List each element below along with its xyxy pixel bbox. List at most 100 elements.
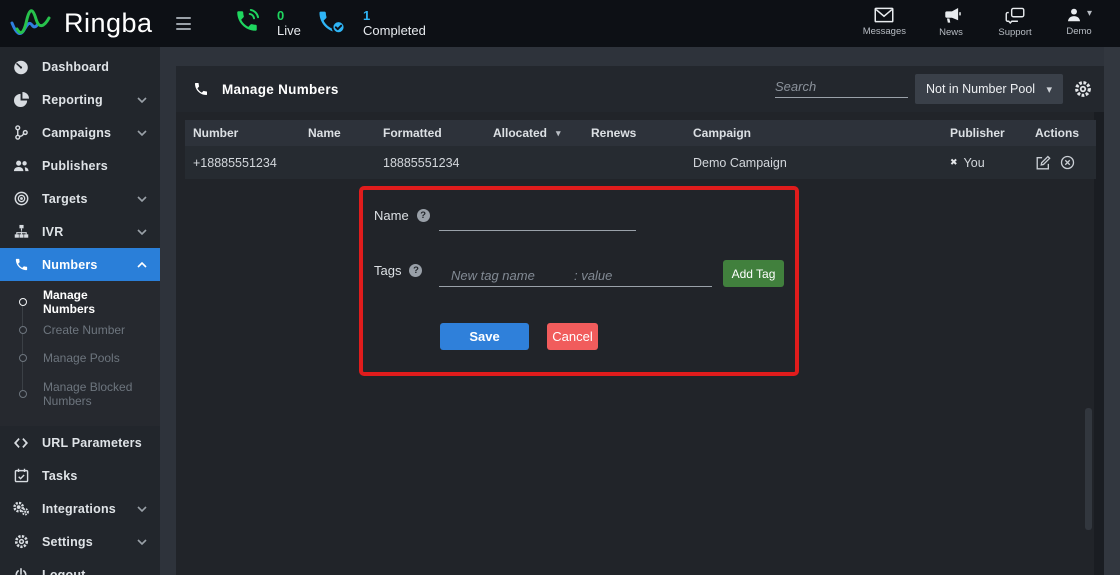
envelope-icon [874,7,894,23]
sort-caret-icon[interactable]: ▾ [556,128,561,139]
brand[interactable]: Ringba [8,3,153,43]
nav-messages[interactable]: Messages [863,7,906,38]
content-scrollbar-thumb[interactable] [1085,408,1092,530]
brand-name: Ringba [64,7,153,38]
table-settings-gear-icon[interactable] [1074,80,1092,98]
sidebar-item-campaigns[interactable]: Campaigns [0,116,160,149]
sidebar-subitem-manage-blocked-numbers[interactable]: Manage Blocked Numbers [0,372,160,416]
edit-icon[interactable] [1035,155,1051,171]
panel-header: Manage Numbers Not in Number Pool ▾ [176,66,1105,112]
sidebar-item-tasks[interactable]: Tasks [0,459,160,492]
col-header-campaign[interactable]: Campaign [685,126,940,140]
chat-bubbles-icon [1005,7,1025,24]
bullet-icon [19,326,27,334]
col-header-number[interactable]: Number [185,126,300,140]
question-circle-icon[interactable]: ? [416,209,430,222]
col-header-actions: Actions [1035,126,1080,140]
calendar-check-icon [13,468,29,483]
chevron-down-icon [137,538,147,545]
power-icon [13,567,29,575]
user-icon [1066,7,1082,23]
cell-publisher: ✖ You [950,155,985,170]
col-header-publisher[interactable]: Publisher [940,126,1025,140]
sidebar-subitem-manage-numbers[interactable]: Manage Numbers [0,288,160,316]
cell-campaign: Demo Campaign [693,155,787,170]
question-circle-icon[interactable]: ? [409,264,423,277]
bullet-icon [19,354,27,362]
sidebar: Dashboard Reporting Campaigns Publishers [0,47,160,575]
caret-down-icon: ▾ [1086,8,1093,19]
live-count: 0 [277,8,285,23]
phone-icon [13,257,29,272]
panel-body: Number Name Formatted Allocated ▾ Renews … [176,112,1105,575]
cell-number: +18885551234 [193,155,277,170]
search-input[interactable] [775,75,908,98]
megaphone-icon [942,7,961,24]
col-header-allocated[interactable]: Allocated ▾ [485,126,583,140]
page-title: Manage Numbers [222,82,339,97]
sidebar-item-logout[interactable]: Logout [0,558,160,575]
chevron-down-icon [137,96,147,103]
number-pool-filter-dropdown[interactable]: Not in Number Pool ▾ [915,74,1063,104]
remove-publisher-x-icon[interactable]: ✖ [950,157,958,168]
sidebar-item-targets[interactable]: Targets [0,182,160,215]
col-header-formatted[interactable]: Formatted [375,126,485,140]
chevron-down-icon [137,505,147,512]
edit-number-form: Name ? Tags ? Add Tag Save Cancel [194,186,1105,383]
chevron-down-icon [137,195,147,202]
sidebar-item-ivr[interactable]: IVR [0,215,160,248]
phone-icon [193,81,209,97]
completed-label: Completed [363,23,426,38]
sidebar-item-numbers[interactable]: Numbers [0,248,160,281]
live-calls-counter[interactable]: 0 Live [234,8,301,38]
gauge-icon [13,59,29,75]
cell-actions [1025,155,1096,171]
nav-news[interactable]: News [932,7,970,38]
campaign-branch-icon [13,125,29,140]
sidebar-subitem-create-number[interactable]: Create Number [0,316,160,344]
table-header-row: Number Name Formatted Allocated ▾ Renews … [185,120,1096,146]
add-tag-button[interactable]: Add Tag [723,260,784,287]
sidebar-item-integrations[interactable]: Integrations [0,492,160,525]
sidebar-item-reporting[interactable]: Reporting [0,83,160,116]
name-input[interactable] [439,210,636,231]
caret-down-icon: ▾ [1046,83,1052,96]
nav-account-demo[interactable]: ▾ Demo [1060,7,1098,38]
phone-volume-icon [234,8,260,34]
sidebar-item-publishers[interactable]: Publishers [0,149,160,182]
completed-count: 1 [363,8,371,23]
hamburger-menu-icon[interactable] [176,17,191,30]
table-row[interactable]: +18885551234 18885551234 Demo Campaign ✖… [185,146,1096,179]
sidebar-item-dashboard[interactable]: Dashboard [0,50,160,83]
code-brackets-icon [13,437,29,449]
col-header-name[interactable]: Name [300,126,375,140]
tags-input-group [439,265,712,287]
cancel-button[interactable]: Cancel [547,323,598,350]
col-header-renews[interactable]: Renews [583,126,685,140]
window-scrollbar[interactable] [1104,47,1120,575]
users-icon [13,158,29,173]
tag-value-input[interactable] [574,265,704,285]
top-nav: Messages News Support ▾ Demo [863,7,1098,38]
bullseye-icon [13,191,29,206]
bullet-icon [19,390,27,398]
chevron-down-icon [137,129,147,136]
sidebar-subitem-manage-pools[interactable]: Manage Pools [0,344,160,372]
tag-name-input[interactable] [439,265,574,285]
completed-calls-counter[interactable]: 1 Completed [316,8,426,38]
block-circle-x-icon[interactable] [1060,155,1075,170]
sidebar-item-settings[interactable]: Settings [0,525,160,558]
chevron-down-icon [137,228,147,235]
sidebar-item-url-parameters[interactable]: URL Parameters [0,426,160,459]
phone-completed-icon [316,8,346,36]
ringba-app: Ringba 0 Live 1 Completed Messages News … [0,0,1120,575]
save-button[interactable]: Save [440,323,529,350]
name-field-label: Name ? [374,208,430,223]
nav-support[interactable]: Support [996,7,1034,38]
live-label: Live [277,23,301,38]
sitemap-icon [13,224,29,239]
top-bar: Ringba 0 Live 1 Completed Messages News … [0,0,1120,47]
numbers-table: Number Name Formatted Allocated ▾ Renews … [185,120,1096,376]
gears-icon [13,501,29,516]
tags-field-label: Tags ? [374,263,423,278]
